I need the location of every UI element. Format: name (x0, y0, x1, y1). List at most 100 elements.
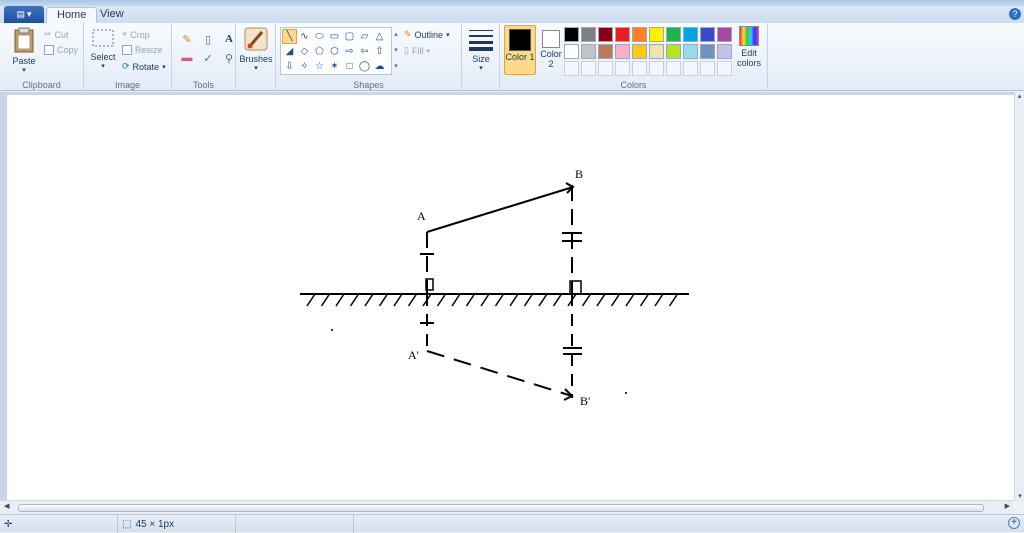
horizontal-scrollbar[interactable]: ◀ ▶ (0, 500, 1014, 514)
tab-view[interactable]: View (90, 7, 134, 23)
shapes-scroll-arrows[interactable]: ▴ ▾ ▾ (392, 27, 400, 75)
help-icon[interactable]: ? (1009, 8, 1021, 20)
palette-swatch-empty[interactable] (717, 61, 732, 76)
label-b-prime: B' (580, 394, 590, 408)
hatch-mark (538, 293, 548, 307)
palette-swatch[interactable] (581, 44, 596, 59)
line-shape-icon[interactable]: ╲ (282, 29, 297, 44)
paste-button[interactable]: Paste ▾ (8, 26, 40, 74)
palette-swatch-empty[interactable] (615, 61, 630, 76)
palette-swatch[interactable] (666, 27, 681, 42)
palette-swatch-empty[interactable] (564, 61, 579, 76)
fill-button[interactable]: ▯ Fill ▾ (404, 45, 430, 56)
right-arrow-shape-icon[interactable]: ⇨ (342, 44, 357, 59)
palette-swatch[interactable] (598, 27, 613, 42)
horizontal-scroll-thumb[interactable] (18, 504, 984, 512)
chevron-down-icon: ▾ (26, 9, 32, 19)
select-button[interactable]: Select ▾ (88, 26, 118, 70)
cloud-callout-icon[interactable]: ☁ (372, 59, 387, 74)
up-arrow-shape-icon[interactable]: ⇧ (372, 44, 387, 59)
palette-swatch[interactable] (615, 44, 630, 59)
outline-label: Outline (414, 29, 444, 40)
hexagon-shape-icon[interactable]: ⬡ (327, 44, 342, 59)
palette-swatch-empty[interactable] (683, 61, 698, 76)
five-point-star-icon[interactable]: ☆ (312, 59, 327, 74)
palette-swatch[interactable] (700, 27, 715, 42)
outline-button[interactable]: ✎ Outline ▾ (404, 29, 450, 40)
palette-swatch[interactable] (564, 44, 579, 59)
palette-swatch-empty[interactable] (666, 61, 681, 76)
color-picker-icon[interactable]: ✓ (199, 50, 217, 66)
pencil-icon[interactable]: ✎ (178, 31, 196, 47)
palette-swatch[interactable] (581, 27, 596, 42)
palette-swatch-empty[interactable] (649, 61, 664, 76)
crop-button[interactable]: ⌖ Crop (122, 29, 150, 40)
ribbon: Paste ▾ ✂ Cut Copy Clipboard Select ▾ ⌖ … (0, 23, 1024, 91)
size-button[interactable]: Size ▾ (466, 26, 496, 72)
chevron-down-icon: ▾ (479, 65, 483, 72)
hatch-mark (480, 293, 490, 307)
brushes-button[interactable]: Brushes ▾ (239, 26, 273, 72)
color1-button[interactable]: Color 1 (504, 25, 536, 75)
palette-swatch[interactable] (649, 27, 664, 42)
eraser-icon[interactable]: ▬ (178, 50, 196, 66)
resize-button[interactable]: Resize (122, 45, 163, 55)
edit-colors-button[interactable]: Edit colors (734, 26, 764, 68)
palette-swatch[interactable] (683, 44, 698, 59)
palette-swatch[interactable] (564, 27, 579, 42)
app-menu-button[interactable]: ▤ ▾ (4, 6, 44, 23)
right-triangle-shape-icon[interactable]: ◢ (282, 44, 297, 59)
scroll-down-arrow-icon[interactable]: ▾ (1015, 492, 1024, 500)
hatch-mark (364, 293, 374, 307)
four-point-star-icon[interactable]: ✧ (297, 59, 312, 74)
scroll-up-arrow-icon[interactable]: ▴ (1015, 92, 1024, 100)
line-a-prime-b-prime (426, 350, 573, 397)
brushes-label: Brushes (239, 54, 273, 64)
color2-label: Color 2 (540, 49, 562, 69)
oval-shape-icon[interactable]: ⬭ (312, 29, 327, 44)
down-arrow-shape-icon[interactable]: ⇩ (282, 59, 297, 74)
size-group: Size ▾ (462, 23, 500, 91)
fill-bucket-icon: ▯ (404, 45, 409, 55)
palette-swatch-empty[interactable] (700, 61, 715, 76)
cut-button[interactable]: ✂ Cut (44, 29, 69, 40)
clipboard-group: Paste ▾ ✂ Cut Copy Clipboard (0, 23, 84, 91)
palette-swatch[interactable] (632, 27, 647, 42)
six-point-star-icon[interactable]: ✶ (327, 59, 342, 74)
palette-swatch[interactable] (717, 44, 732, 59)
hatch-mark (378, 293, 389, 307)
palette-swatch-empty[interactable] (598, 61, 613, 76)
rectangle-shape-icon[interactable]: ▭ (327, 29, 342, 44)
callout-oval-icon[interactable]: ◯ (357, 59, 372, 74)
palette-swatch[interactable] (700, 44, 715, 59)
diamond-shape-icon[interactable]: ◇ (297, 44, 312, 59)
copy-button[interactable]: Copy (44, 45, 78, 55)
rotate-button[interactable]: ⟳ Rotate ▾ (122, 61, 166, 72)
palette-swatch[interactable] (666, 44, 681, 59)
pentagon-shape-icon[interactable]: ⬠ (312, 44, 327, 59)
chevron-down-icon: ▾ (162, 63, 166, 71)
palette-swatch[interactable] (598, 44, 613, 59)
vertical-scrollbar[interactable]: ▴ ▾ (1014, 92, 1024, 500)
color2-button[interactable]: Color 2 (538, 25, 564, 75)
select-icon (92, 29, 114, 47)
polygon-shape-icon[interactable]: ▱ (357, 29, 372, 44)
curve-shape-icon[interactable]: ∿ (297, 29, 312, 44)
palette-swatch-empty[interactable] (632, 61, 647, 76)
fill-bucket-icon[interactable]: ▯ (199, 31, 217, 47)
triangle-shape-icon[interactable]: △ (372, 29, 387, 44)
callout-rect-icon[interactable]: □ (342, 59, 357, 74)
zoom-in-icon[interactable]: + (1008, 517, 1020, 529)
hatch-mark (509, 293, 519, 307)
palette-swatch[interactable] (632, 44, 647, 59)
scroll-left-arrow-icon[interactable]: ◀ (4, 502, 9, 510)
scroll-right-arrow-icon[interactable]: ▶ (1005, 502, 1010, 510)
palette-swatch-empty[interactable] (581, 61, 596, 76)
palette-swatch[interactable] (615, 27, 630, 42)
left-arrow-shape-icon[interactable]: ⇦ (357, 44, 372, 59)
drawing-canvas[interactable]: B A A' B' (7, 95, 1014, 500)
palette-swatch[interactable] (717, 27, 732, 42)
palette-swatch[interactable] (649, 44, 664, 59)
rounded-rectangle-shape-icon[interactable]: ▢ (342, 29, 357, 44)
palette-swatch[interactable] (683, 27, 698, 42)
